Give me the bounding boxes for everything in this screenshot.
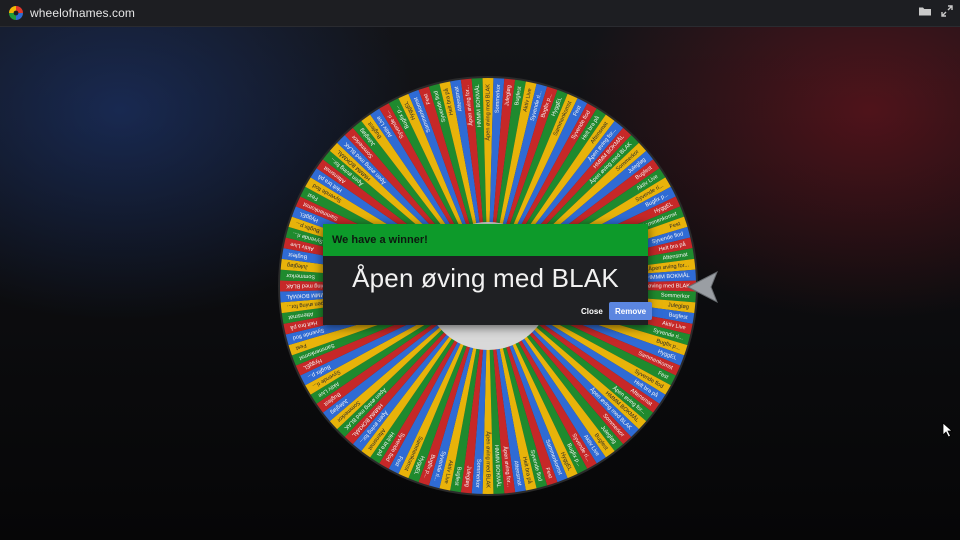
winner-dialog: We have a winner! Åpen øving med BLAK Cl… [323,224,653,325]
colorwheel-logo-icon[interactable] [8,5,24,21]
expand-icon[interactable] [940,4,954,18]
top-bar-actions [918,4,954,18]
site-name[interactable]: wheelofnames.com [30,6,135,20]
winner-dialog-body: Åpen øving med BLAK Close Remove [323,256,653,325]
winner-dialog-title: We have a winner! [323,224,648,256]
remove-button[interactable]: Remove [609,302,653,320]
winner-name: Åpen øving med BLAK [352,263,619,293]
close-button[interactable]: Close [575,302,609,320]
wheel-entry-label: Åpen øving med BLAK [484,84,491,141]
wheel-pointer-icon [686,270,718,304]
wheel-page: wheelofnames.com Åpen øving med BLAK Somm… [0,0,960,540]
folder-icon[interactable] [918,4,932,18]
top-bar: wheelofnames.com [0,0,960,27]
wheel-entry-label: Åpen øving med BLAK [485,431,492,488]
mouse-cursor-icon [942,422,954,438]
